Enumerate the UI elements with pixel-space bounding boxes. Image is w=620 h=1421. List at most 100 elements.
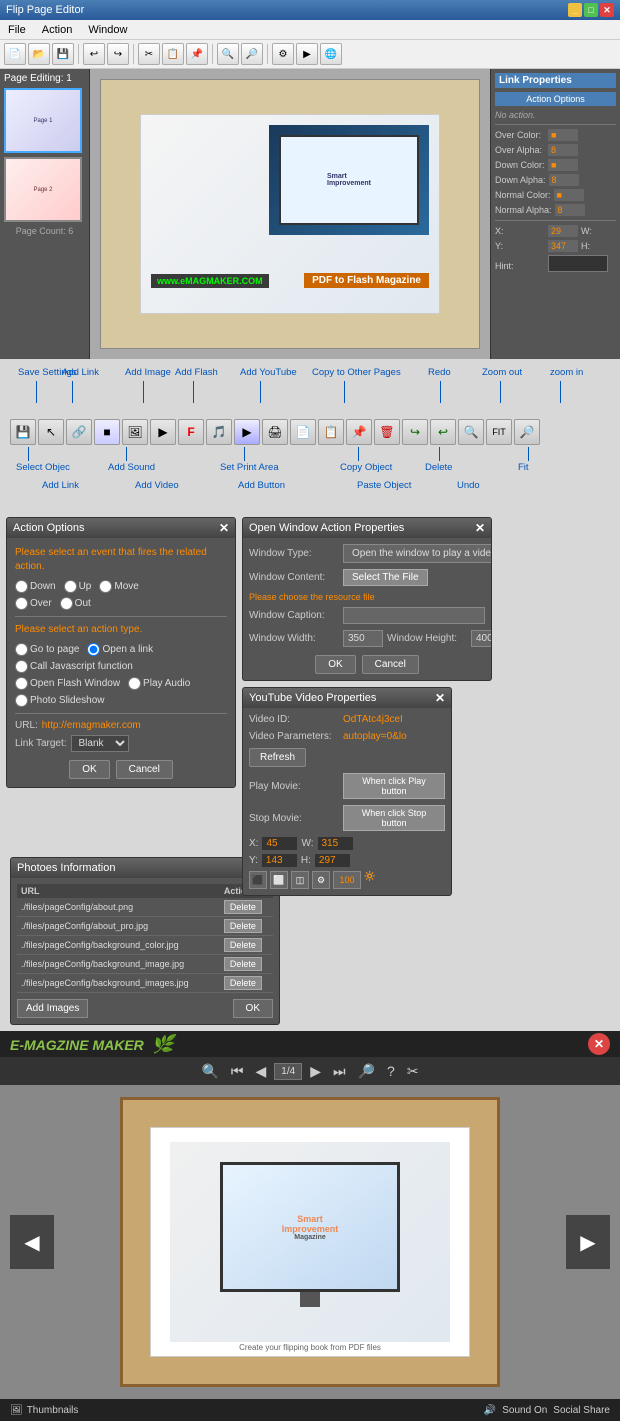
prev-last[interactable]: ⏭ [329,1061,350,1082]
openwin-close[interactable]: ✕ [475,521,485,535]
set-print-btn[interactable]: 🖨 [262,419,288,445]
ann-addbtn-b-label: Add Button [238,480,285,491]
preview-close-btn[interactable]: ✕ [588,1033,610,1055]
yt-opacity-input[interactable]: 100 [333,871,361,889]
page-panel[interactable]: Page Editing: 1 Page 1 Page 2 Page Count… [0,69,90,359]
menu-action[interactable]: Action [38,22,77,38]
add-youtube-btn[interactable]: ▶ [234,419,260,445]
menu-window[interactable]: Window [84,22,131,38]
photos-ok-btn[interactable]: OK [233,999,273,1018]
prev-nav-left[interactable]: ◀ [10,1215,54,1269]
radio-flash[interactable]: Open Flash Window [15,677,120,690]
tb-copy-btn[interactable]: 📋 [162,43,184,65]
del-btn-2[interactable]: Delete [224,938,262,952]
select-btn[interactable]: ↖ [38,419,64,445]
canvas-area[interactable]: SmartImprovement www.eMAGMAKER.COM PDF t… [90,69,490,359]
over-color-row: Over Color: ■ [495,129,616,141]
paste-btn[interactable]: 📌 [346,419,372,445]
action-ok-btn[interactable]: OK [69,760,109,779]
winwidth-input[interactable] [343,630,383,647]
tb-zoom-in-btn[interactable]: 🔍 [217,43,239,65]
page-thumb-1[interactable]: Page 1 [4,88,82,153]
zoom-out-btn[interactable]: 🔍 [458,419,484,445]
yt-play-btn[interactable]: When click Play button [343,773,445,799]
tb-undo-btn[interactable]: ↩ [83,43,105,65]
yt-close[interactable]: ✕ [435,691,445,705]
fit-btn[interactable]: FIT [486,419,512,445]
tb-zoom-out-btn[interactable]: 🔎 [241,43,263,65]
action-cancel-btn[interactable]: Cancel [116,760,173,779]
prev-nav-right[interactable]: ▶ [566,1215,610,1269]
tb-settings-btn[interactable]: ⚙ [272,43,294,65]
action-options-btn[interactable]: Action Options [495,92,616,106]
save-btn[interactable]: 💾 [10,419,36,445]
prev-select[interactable]: ✂ [403,1061,423,1082]
tb-redo-btn[interactable]: ↪ [107,43,129,65]
del-btn-0[interactable]: Delete [224,900,262,914]
redo-btn[interactable]: ↪ [402,419,428,445]
prev-zoom-in[interactable]: 🔍 [197,1061,222,1082]
wintype-select[interactable]: Open the window to play a video [343,544,492,563]
del-btn-1[interactable]: Delete [224,919,262,933]
copy-obj-btn[interactable]: 📋 [318,419,344,445]
save2-btn[interactable]: ■ [94,419,120,445]
prev-prev[interactable]: ◀ [252,1061,271,1082]
select-file-btn[interactable]: Select The File [343,569,428,586]
photos-action-0: Delete [220,898,273,917]
tb-new-btn[interactable]: 📄 [4,43,26,65]
tb-cut-btn[interactable]: ✂ [138,43,160,65]
add-images-btn[interactable]: Add Images [17,999,88,1018]
radio-audio[interactable]: Play Audio [128,677,190,690]
maximize-button[interactable]: □ [584,3,598,17]
del-btn-4[interactable]: Delete [224,976,262,990]
prev-next[interactable]: ▶ [306,1061,325,1082]
link-target-select[interactable]: Blank Self Parent [71,735,129,752]
tb-paste-btn[interactable]: 📌 [186,43,208,65]
close-button[interactable]: ✕ [600,3,614,17]
yt-stop-btn[interactable]: When click Stop button [343,805,445,831]
radio-js[interactable]: Call Javascript function [15,660,133,673]
radio-openlink[interactable]: Open a link [87,643,153,656]
link-btn[interactable]: 🔗 [66,419,92,445]
yt-icon-2[interactable]: ⬜ [270,871,288,889]
tb-open-btn[interactable]: 📂 [28,43,50,65]
wincaption-input[interactable] [343,607,485,624]
openwin-cancel-btn[interactable]: Cancel [362,655,419,674]
openwin-ok-btn[interactable]: OK [315,655,355,674]
hint-input[interactable] [548,255,608,272]
prev-zoom-out[interactable]: 🔎 [354,1061,379,1082]
action-dialog-close[interactable]: ✕ [219,521,229,535]
zoom-in-btn[interactable]: 🔎 [514,419,540,445]
delete-btn[interactable]: 🗑 [374,419,400,445]
radio-gotopage[interactable]: Go to page [15,643,79,656]
copy-other-btn[interactable]: 📄 [290,419,316,445]
tb-save-file-btn[interactable]: 💾 [52,43,74,65]
add-image-btn[interactable]: 🖼 [122,419,148,445]
page-thumb-2[interactable]: Page 2 [4,157,82,222]
preview-section: E-MAGZINE MAKER 🌿 ✕ 🔍 ⏮ ◀ 1/4 ▶ ⏭ 🔎 ? ✂ … [0,1031,620,1421]
prev-first[interactable]: ⏮ [227,1061,248,1082]
radio-up[interactable]: Up [64,580,92,593]
add-flash-btn[interactable]: F [178,419,204,445]
del-btn-3[interactable]: Delete [224,957,262,971]
radio-move[interactable]: Move [99,580,138,593]
monitor-screen: SmartImprovement [279,135,419,225]
yt-icon-3[interactable]: ◫ [291,871,309,889]
tb-preview-btn[interactable]: ▶ [296,43,318,65]
add-sound-btn[interactable]: 🎵 [206,419,232,445]
radio-slideshow[interactable]: Photo Slideshow [15,694,105,707]
menu-file[interactable]: File [4,22,30,38]
yt-icon-4[interactable]: ⚙ [312,871,330,889]
yt-icon-1[interactable]: ⬛ [249,871,267,889]
radio-down[interactable]: Down [15,580,56,593]
yt-refresh-btn[interactable]: Refresh [249,748,306,767]
prev-help[interactable]: ? [383,1061,399,1081]
radio-out[interactable]: Out [60,597,91,610]
tb-publish-btn[interactable]: 🌐 [320,43,342,65]
add-video-btn[interactable]: ▶ [150,419,176,445]
minimize-button[interactable]: _ [568,3,582,17]
winheight-input[interactable] [471,630,492,647]
leaf-icon: 🌿 [152,1034,174,1054]
radio-over[interactable]: Over [15,597,52,610]
undo-btn[interactable]: ↩ [430,419,456,445]
